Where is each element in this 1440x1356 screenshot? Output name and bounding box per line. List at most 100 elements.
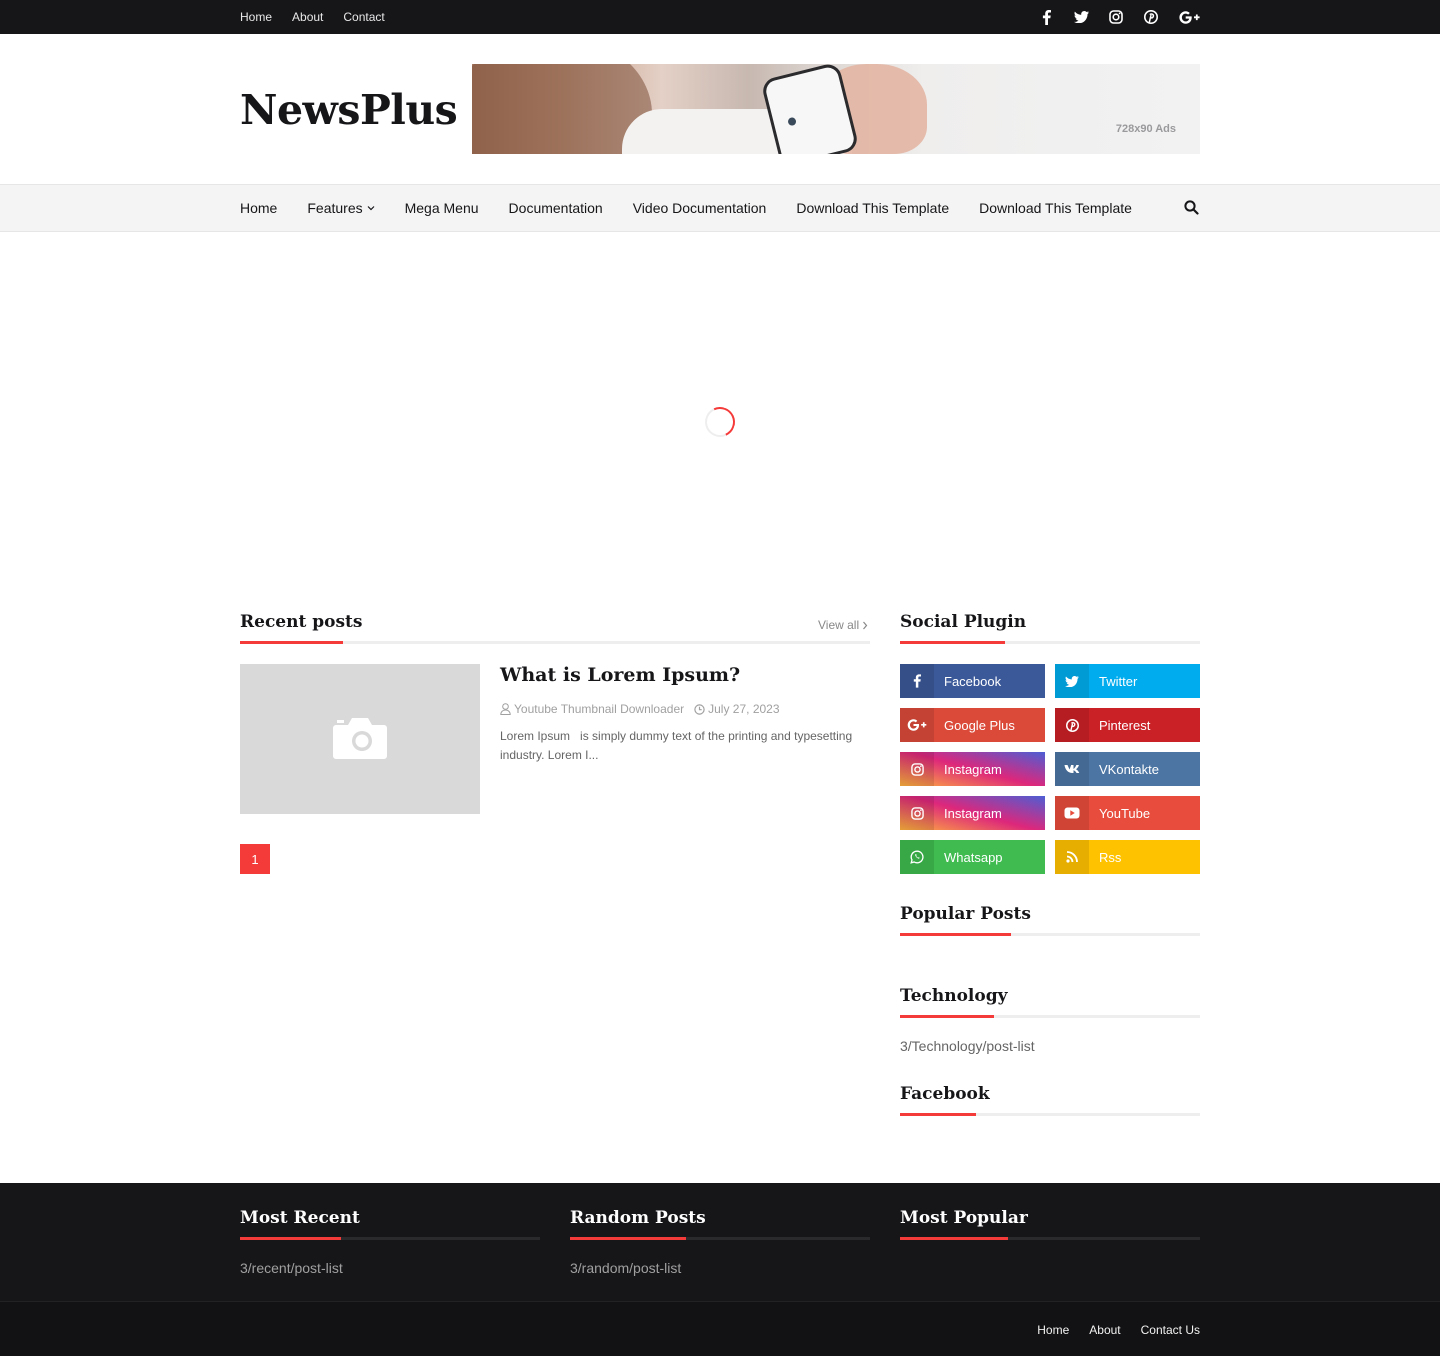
social-button-rss[interactable]: Rss — [1055, 840, 1200, 874]
post-date-text: July 27, 2023 — [708, 702, 780, 716]
post-author-name: Youtube Thumbnail Downloader — [514, 702, 685, 716]
vkontakte-icon — [1055, 752, 1089, 786]
social-button-label: Instagram — [944, 761, 1002, 777]
main-nav: Home Features Mega Menu Documentation Vi… — [0, 184, 1440, 232]
facebook-heading: Facebook — [900, 1084, 1200, 1116]
post-date: July 27, 2023 — [694, 702, 780, 716]
social-button-vkontakte[interactable]: VKontakte — [1055, 752, 1200, 786]
heading-accent — [570, 1237, 686, 1240]
social-button-label: Twitter — [1099, 673, 1138, 689]
heading-accent — [900, 1237, 1008, 1240]
popular-posts-title: Popular Posts — [900, 904, 1031, 924]
social-button-instagram[interactable]: Instagram — [900, 752, 1045, 786]
social-button-label: Google Plus — [944, 717, 1015, 733]
footer-link-about[interactable]: About — [1089, 1323, 1120, 1337]
top-bar: Home About Contact — [0, 0, 1440, 34]
twitter-icon — [1055, 664, 1089, 698]
social-button-label: Instagram — [944, 805, 1002, 821]
top-social-icons — [1038, 0, 1200, 34]
technology-widget-text: 3/Technology/post-list — [900, 1038, 1035, 1054]
view-all-link[interactable]: View all — [818, 618, 868, 632]
nav-item-video-documentation[interactable]: Video Documentation — [633, 200, 767, 216]
heading-accent — [240, 1237, 341, 1240]
social-button-pinterest[interactable]: Pinterest — [1055, 708, 1200, 742]
nav-item-download-template[interactable]: Download This Template — [796, 200, 949, 216]
social-button-label: Rss — [1099, 849, 1122, 865]
heading-accent — [900, 1015, 994, 1018]
popular-posts-heading: Popular Posts — [900, 904, 1200, 936]
heading-accent — [240, 641, 343, 644]
social-button-facebook[interactable]: Facebook — [900, 664, 1045, 698]
nav-item-documentation[interactable]: Documentation — [509, 200, 603, 216]
facebook-title: Facebook — [900, 1084, 990, 1104]
instagram-icon — [900, 796, 934, 830]
footer-link-contact-us[interactable]: Contact Us — [1141, 1323, 1200, 1337]
instagram-icon[interactable] — [1108, 9, 1124, 25]
social-button-youtube[interactable]: YouTube — [1055, 796, 1200, 830]
nav-item-mega-menu[interactable]: Mega Menu — [405, 200, 479, 216]
recent-posts-heading: Recent posts — [240, 612, 870, 644]
heading-accent — [900, 641, 1005, 644]
random-posts-text: 3/random/post-list — [570, 1260, 682, 1276]
clock-icon — [694, 703, 705, 715]
social-button-label: Whatsapp — [944, 849, 1003, 865]
top-link-about[interactable]: About — [292, 10, 323, 24]
post-author[interactable]: Youtube Thumbnail Downloader — [500, 702, 684, 716]
pinterest-icon[interactable] — [1143, 9, 1159, 25]
nav-item-download-template-2[interactable]: Download This Template — [979, 200, 1132, 216]
heading-accent — [900, 1113, 976, 1116]
google-plus-icon[interactable] — [1178, 9, 1200, 25]
social-button-google-plus[interactable]: Google Plus — [900, 708, 1045, 742]
most-popular-heading: Most Popular — [900, 1208, 1200, 1240]
top-link-home[interactable]: Home — [240, 10, 272, 24]
social-button-label: VKontakte — [1099, 761, 1159, 777]
nav-item-home[interactable]: Home — [240, 200, 277, 216]
chevron-right-icon — [863, 621, 868, 629]
nav-item-features-label: Features — [307, 200, 363, 216]
nav-menu: Home Features Mega Menu Documentation Vi… — [240, 185, 1132, 231]
pagination-page-1[interactable]: 1 — [240, 844, 270, 874]
technology-heading: Technology — [900, 986, 1200, 1018]
whatsapp-icon — [900, 840, 934, 874]
user-icon — [500, 703, 511, 715]
search-icon — [1184, 200, 1199, 215]
chevron-down-icon — [367, 206, 375, 211]
social-plugin-title: Social Plugin — [900, 612, 1027, 632]
post-title[interactable]: What is Lorem Ipsum? — [500, 664, 740, 686]
most-recent-heading: Most Recent — [240, 1208, 540, 1240]
social-button-whatsapp[interactable]: Whatsapp — [900, 840, 1045, 874]
top-link-contact[interactable]: Contact — [343, 10, 384, 24]
heading-accent — [900, 933, 1011, 936]
top-links: Home About Contact — [240, 0, 385, 34]
nav-item-features[interactable]: Features — [307, 200, 375, 216]
header-ad-banner[interactable]: 728x90 Ads — [472, 64, 1200, 154]
post-meta: Youtube Thumbnail Downloader July 27, 20… — [500, 702, 780, 716]
technology-title: Technology — [900, 986, 1008, 1006]
footer-link-home[interactable]: Home — [1037, 1323, 1069, 1337]
facebook-icon — [900, 664, 934, 698]
camera-icon — [333, 718, 387, 759]
post-thumbnail[interactable] — [240, 664, 480, 814]
social-button-instagram-2[interactable]: Instagram — [900, 796, 1045, 830]
random-posts-title: Random Posts — [570, 1208, 706, 1228]
google-plus-icon — [900, 708, 934, 742]
pinterest-icon — [1055, 708, 1089, 742]
search-button[interactable] — [1184, 200, 1200, 216]
social-plugin-heading: Social Plugin — [900, 612, 1200, 644]
social-button-label: Facebook — [944, 673, 1002, 689]
most-recent-text: 3/recent/post-list — [240, 1260, 343, 1276]
loading-spinner — [700, 402, 740, 442]
rss-icon — [1055, 840, 1089, 874]
social-button-label: Pinterest — [1099, 717, 1151, 733]
post-snippet: Lorem Ipsum is simply dummy text of the … — [500, 729, 856, 762]
twitter-icon[interactable] — [1073, 9, 1089, 25]
most-popular-title: Most Popular — [900, 1208, 1028, 1228]
most-recent-title: Most Recent — [240, 1208, 360, 1228]
social-button-twitter[interactable]: Twitter — [1055, 664, 1200, 698]
recent-posts-title: Recent posts — [240, 612, 363, 632]
facebook-icon[interactable] — [1038, 9, 1054, 25]
random-posts-heading: Random Posts — [570, 1208, 870, 1240]
site-logo[interactable]: NewsPlus — [240, 86, 458, 134]
youtube-icon — [1055, 796, 1089, 830]
social-button-label: YouTube — [1099, 805, 1151, 821]
